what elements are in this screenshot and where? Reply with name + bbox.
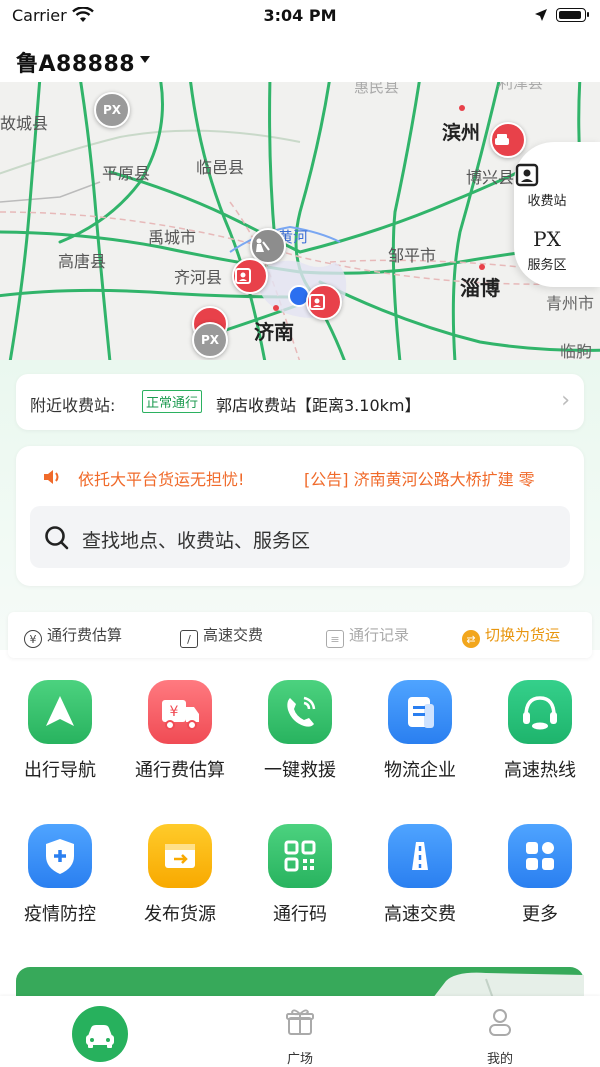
quick-action-bar: ¥ 通行费估算 / 高速交费 ≡ 通行记录 ⇄ 切换为货运 bbox=[8, 612, 592, 658]
city-label: 邹平市 bbox=[388, 246, 437, 265]
toll-station-pin[interactable] bbox=[306, 284, 342, 320]
travel-records-link[interactable]: ≡ 通行记录 bbox=[326, 624, 409, 648]
city-label: 利津县 bbox=[498, 82, 544, 92]
headset-icon bbox=[508, 680, 572, 744]
city-label: 博兴县 bbox=[466, 168, 515, 187]
tab-mine-label: 我的 bbox=[486, 1052, 513, 1067]
yuan-icon: ¥ bbox=[24, 630, 42, 648]
location-arrow-icon bbox=[535, 9, 547, 21]
city-label: 临邑县 bbox=[196, 158, 245, 177]
grid-item-logistics[interactable]: 物流企业 bbox=[360, 680, 480, 782]
plate-number: 鲁A88888 bbox=[16, 52, 136, 77]
highway-pay-link[interactable]: / 高速交费 bbox=[180, 624, 263, 648]
grid-item-hotline[interactable]: 高速热线 bbox=[480, 680, 600, 782]
city-label: 青州市 bbox=[546, 294, 595, 313]
city-label: 禹城市 bbox=[148, 228, 197, 247]
toll-station-pin[interactable] bbox=[232, 258, 268, 294]
fee-estimate-link[interactable]: ¥ 通行费估算 bbox=[24, 624, 122, 648]
svg-text:¥: ¥ bbox=[170, 704, 179, 720]
truck-fee-icon: ¥ bbox=[148, 680, 212, 744]
clock: 3:04 PM bbox=[263, 6, 337, 25]
shield-icon bbox=[28, 824, 92, 888]
apps-grid-icon bbox=[508, 824, 572, 888]
grid-item-fee-estimate[interactable]: ¥ 通行费估算 bbox=[120, 680, 240, 782]
cargo-box-icon bbox=[148, 824, 212, 888]
city-label: 高唐县 bbox=[58, 252, 107, 271]
grid-item-publish-cargo[interactable]: 发布货源 bbox=[120, 824, 240, 926]
tab-plaza[interactable]: 广场 bbox=[200, 996, 400, 1067]
map-layer-panel: 收费站 PX 服务区 bbox=[514, 142, 600, 287]
city-label: 故城县 bbox=[0, 114, 49, 133]
city-label: 惠民县 bbox=[354, 82, 400, 96]
home-tab-button bbox=[72, 1006, 128, 1062]
tab-bar: 广场 我的 bbox=[0, 996, 600, 1067]
grid-item-rescue[interactable]: 一键救援 bbox=[240, 680, 360, 782]
toll-station-filter-button[interactable]: 收费站 bbox=[514, 160, 580, 209]
toll-station-icon bbox=[235, 268, 251, 284]
roadwork-icon bbox=[256, 238, 270, 252]
qr-code-icon bbox=[268, 824, 332, 888]
speaker-icon bbox=[44, 470, 59, 484]
service-area-filter-label: 服务区 bbox=[527, 258, 567, 273]
car-crash-icon bbox=[495, 134, 509, 145]
slogan-text: 依托大平台货运无担忧! bbox=[78, 470, 245, 489]
search-placeholder: 查找地点、收费站、服务区 bbox=[82, 530, 311, 552]
service-area-filter-button[interactable]: PX 服务区 bbox=[514, 224, 580, 273]
chevron-right-icon: › bbox=[561, 388, 570, 413]
document-icon bbox=[388, 680, 452, 744]
grid-item-epidemic[interactable]: 疫情防控 bbox=[0, 824, 120, 926]
clipboard-icon: ≡ bbox=[326, 630, 344, 648]
nearby-toll-station-card[interactable]: 附近收费站: 正常通行 郭店收费站【距离3.10km】 › bbox=[16, 374, 584, 430]
city-label: 临朐 bbox=[560, 342, 593, 360]
toll-station-icon bbox=[514, 160, 580, 190]
search-input[interactable]: 查找地点、收费站、服务区 bbox=[30, 506, 570, 568]
city-label: 济南 bbox=[254, 320, 294, 344]
nearby-station-name: 郭店收费站【距离3.10km】 bbox=[216, 396, 421, 415]
switch-to-freight-button[interactable]: ⇄ 切换为货运 bbox=[462, 624, 560, 648]
grid-item-navigation[interactable]: 出行导航 bbox=[0, 680, 120, 782]
nearby-label: 附近收费站: bbox=[30, 396, 116, 415]
announcement-marquee[interactable]: [公告] 济南黄河公路大桥扩建 零 bbox=[304, 466, 574, 490]
grid-item-highway-pay[interactable]: 高速交费 bbox=[360, 824, 480, 926]
person-icon bbox=[489, 1009, 511, 1036]
tab-plaza-label: 广场 bbox=[286, 1052, 313, 1067]
tab-mine[interactable]: 我的 bbox=[400, 996, 600, 1067]
city-label: 齐河县 bbox=[174, 268, 223, 287]
toll-station-icon bbox=[309, 294, 325, 310]
city-label: 滨州 bbox=[442, 122, 481, 144]
road-icon bbox=[388, 824, 452, 888]
service-area-pin[interactable]: PX bbox=[192, 322, 228, 358]
notice-search-card: 依托大平台货运无担忧! [公告] 济南黄河公路大桥扩建 零 查找地点、收费站、服… bbox=[16, 446, 584, 586]
caret-down-icon bbox=[140, 56, 150, 63]
city-label: 平原县 bbox=[102, 164, 151, 183]
status-bar: Carrier 3:04 PM bbox=[0, 0, 600, 32]
battery-icon bbox=[556, 8, 589, 22]
toll-station-pin[interactable] bbox=[490, 122, 526, 158]
vehicle-selector[interactable]: 鲁A88888 bbox=[0, 32, 600, 82]
tab-home[interactable] bbox=[0, 996, 200, 1067]
car-icon bbox=[86, 1025, 114, 1048]
status-badge: 正常通行 bbox=[142, 390, 203, 413]
navigation-icon bbox=[28, 680, 92, 744]
grid-item-more[interactable]: 更多 bbox=[480, 824, 600, 926]
city-label: 淄博 bbox=[460, 276, 500, 300]
phone-icon bbox=[268, 680, 332, 744]
service-area-pin[interactable]: PX bbox=[94, 92, 130, 128]
road-icon: / bbox=[180, 630, 198, 648]
gift-icon bbox=[286, 1009, 314, 1035]
switch-icon: ⇄ bbox=[462, 630, 480, 648]
search-icon bbox=[45, 526, 69, 550]
toll-station-filter-label: 收费站 bbox=[527, 194, 567, 209]
grid-item-pass-code[interactable]: 通行码 bbox=[240, 824, 360, 926]
map-view[interactable]: 惠民县 利津县 故城县 滨州 平原县 临邑县 博兴县 禹城市 黄河 高唐县 邹平… bbox=[0, 82, 600, 360]
service-area-icon: PX bbox=[533, 227, 561, 251]
